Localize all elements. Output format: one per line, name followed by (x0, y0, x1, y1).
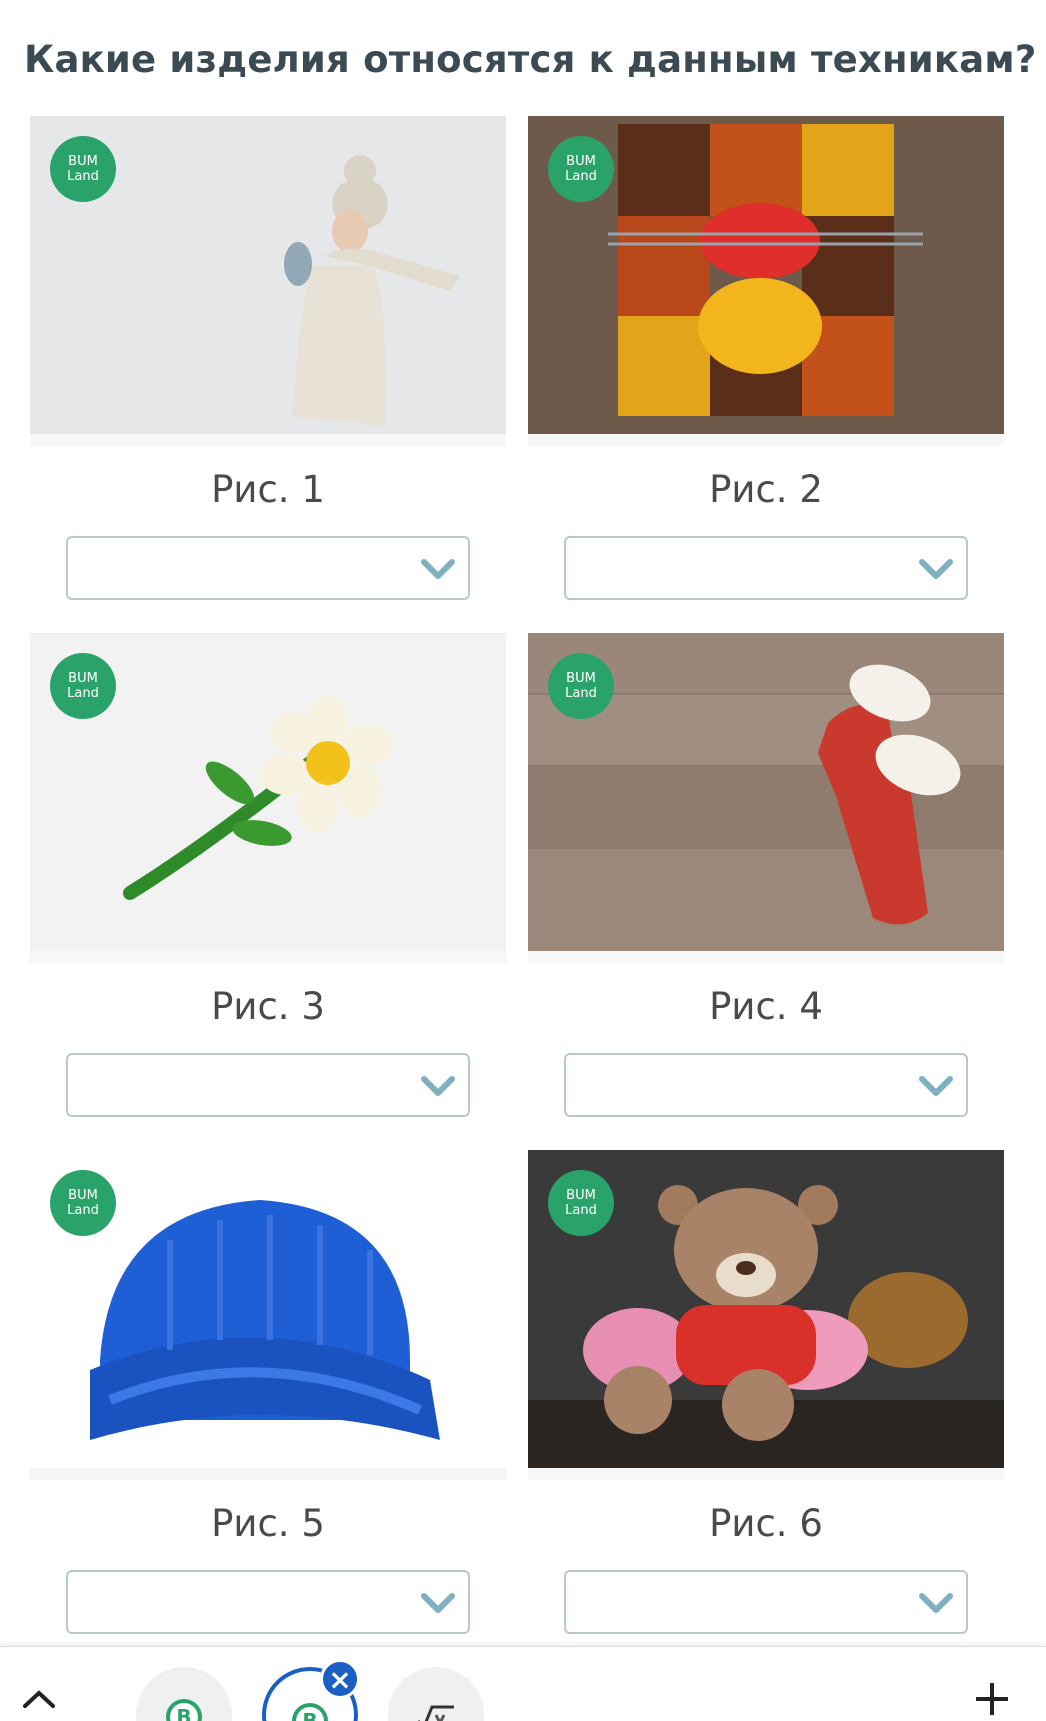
tab-button-3[interactable] (388, 1667, 484, 1721)
logo-line-2: Land (67, 686, 99, 701)
tab-button-1[interactable]: B (136, 1667, 232, 1721)
chevron-up-icon[interactable] (22, 1689, 56, 1709)
logo-line-1: BUM (68, 1188, 98, 1203)
caption-4: Рис. 4 (709, 985, 823, 1028)
bumland-logo-icon: BUM Land (548, 1170, 614, 1236)
bumland-logo-icon: BUM Land (50, 1170, 116, 1236)
caption-3: Рис. 3 (211, 985, 325, 1028)
item-card-6: BUM Land Рис. 6 (528, 1150, 1004, 1634)
logo-line-1: BUM (566, 671, 596, 686)
item-card-5: BUM Land Рис. 5 (30, 1150, 506, 1634)
close-icon[interactable]: × (320, 1659, 360, 1699)
item-card-2: BUM Land Рис. 2 (528, 116, 1004, 600)
page: Какие изделия относятся к данным техника… (0, 0, 1046, 1721)
dropdown-6[interactable] (564, 1570, 968, 1634)
dropdown-3[interactable] (66, 1053, 470, 1117)
chevron-down-icon (421, 1076, 455, 1096)
bumland-logo-icon: BUM Land (548, 653, 614, 719)
caption-2: Рис. 2 (709, 468, 823, 511)
tab-icon: B (166, 1699, 202, 1721)
photo-1: BUM Land (30, 116, 506, 446)
logo-line-2: Land (565, 1203, 597, 1218)
photo-4: BUM Land (528, 633, 1004, 963)
bottom-tab-bar: B B × (0, 1646, 1046, 1721)
logo-line-1: BUM (566, 1188, 596, 1203)
chevron-down-icon (919, 559, 953, 579)
dropdown-4[interactable] (564, 1053, 968, 1117)
active-tab-icon: B (292, 1703, 328, 1721)
chevron-down-icon (421, 559, 455, 579)
caption-5: Рис. 5 (211, 1502, 325, 1545)
photo-5: BUM Land (30, 1150, 506, 1480)
logo-line-2: Land (67, 169, 99, 184)
chevron-down-icon (919, 1593, 953, 1613)
dropdown-5[interactable] (66, 1570, 470, 1634)
logo-line-1: BUM (68, 154, 98, 169)
logo-line-1: BUM (68, 671, 98, 686)
logo-line-2: Land (67, 1203, 99, 1218)
photo-3: BUM Land (30, 633, 506, 963)
logo-line-2: Land (565, 169, 597, 184)
bumland-logo-icon: BUM Land (548, 136, 614, 202)
item-card-4: BUM Land Рис. 4 (528, 633, 1004, 1117)
logo-line-1: BUM (566, 154, 596, 169)
caption-1: Рис. 1 (211, 468, 325, 511)
dropdown-2[interactable] (564, 536, 968, 600)
photo-6: BUM Land (528, 1150, 1004, 1480)
question-title: Какие изделия относятся к данным техника… (24, 38, 1037, 81)
photo-2: BUM Land (528, 116, 1004, 446)
math-icon (418, 1705, 454, 1721)
chevron-down-icon (919, 1076, 953, 1096)
bumland-logo-icon: BUM Land (50, 136, 116, 202)
bumland-logo-icon: BUM Land (50, 653, 116, 719)
dropdown-1[interactable] (66, 536, 470, 600)
caption-6: Рис. 6 (709, 1502, 823, 1545)
item-card-1: BUM Land Рис. 1 (30, 116, 506, 600)
logo-line-2: Land (565, 686, 597, 701)
item-card-3: BUM Land Рис. 3 (30, 633, 506, 1117)
plus-icon[interactable] (972, 1679, 1012, 1719)
chevron-down-icon (421, 1593, 455, 1613)
